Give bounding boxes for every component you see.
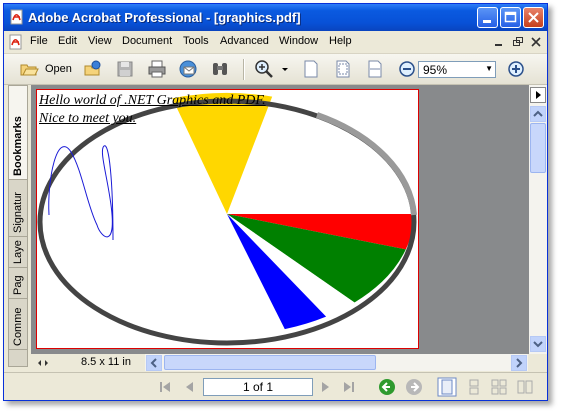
maximize-icon [504, 11, 517, 23]
page-size-label: 8.5 x 11 in [81, 356, 131, 368]
fit-width-icon[interactable] [365, 59, 385, 79]
horizontal-bar: 8.5 x 11 in [31, 354, 547, 371]
last-page-icon[interactable] [340, 378, 358, 396]
email-icon[interactable] [178, 59, 198, 79]
zoom-in-icon[interactable] [506, 59, 526, 79]
acrobat-app-icon [10, 9, 23, 25]
tab-comments[interactable]: Comme [9, 300, 27, 350]
ink-scribble [48, 145, 114, 241]
vertical-scroll-thumb[interactable] [530, 123, 546, 173]
tab-signatures[interactable]: Signatur [9, 181, 27, 237]
menu-bar: File Edit View Document Tools Advanced W… [4, 31, 547, 54]
menu-view[interactable]: View [88, 35, 112, 47]
print-icon[interactable] [147, 59, 167, 79]
scroll-up-button[interactable] [530, 106, 546, 122]
doc-close-icon[interactable] [530, 36, 542, 48]
close-button[interactable] [523, 7, 544, 28]
status-bar: 1 of 1 [4, 372, 547, 400]
zoom-value: 95% [423, 63, 448, 77]
menu-document[interactable]: Document [122, 35, 172, 47]
scroll-down-button[interactable] [530, 336, 546, 352]
menu-tools[interactable]: Tools [183, 35, 209, 47]
tab-bookmarks[interactable]: Bookmarks [9, 86, 27, 180]
fit-page-icon[interactable] [333, 59, 353, 79]
pie-slice-yellow [172, 93, 273, 214]
document-area[interactable]: Hello world of .NET Graphics and PDF. Ni… [31, 85, 529, 354]
page-number-field[interactable]: 1 of 1 [203, 378, 313, 396]
pdf-page: Hello world of .NET Graphics and PDF. Ni… [36, 89, 419, 349]
menu-window[interactable]: Window [279, 35, 318, 47]
open-folder-icon[interactable] [19, 59, 39, 79]
single-page-layout-icon[interactable] [437, 377, 457, 397]
previous-page-icon[interactable] [181, 378, 199, 396]
chevron-right-icon [516, 358, 523, 368]
ellipse-highlight [315, 112, 417, 216]
scroll-right-button[interactable] [511, 355, 527, 371]
minimize-icon [483, 20, 491, 23]
acrobat-window: Adobe Acrobat Professional - [graphics.p… [3, 3, 548, 401]
zoom-select[interactable]: 95% ▼ [418, 61, 496, 78]
toolbar: Open 95% ▼ [4, 54, 547, 85]
search-binoculars-icon[interactable] [210, 59, 230, 79]
chevron-down-icon [533, 341, 543, 348]
page-indicator: 1 of 1 [242, 380, 274, 394]
minimize-button[interactable] [477, 7, 498, 28]
continuous-facing-layout-icon[interactable] [490, 378, 508, 396]
zoom-out-icon[interactable] [397, 59, 417, 79]
menu-advanced[interactable]: Advanced [220, 35, 269, 47]
doc-minimize-icon[interactable] [493, 36, 505, 48]
triangle-right-icon [536, 91, 541, 99]
tab-layers[interactable]: Laye [9, 238, 27, 268]
actual-size-icon[interactable] [301, 59, 321, 79]
maximize-button[interactable] [500, 7, 521, 28]
zoom-tool-dropdown-icon[interactable] [280, 59, 290, 79]
page-nav-arrow-button[interactable] [530, 87, 546, 103]
horizontal-scrollbar[interactable] [145, 354, 528, 371]
page-size-arrows-icon [38, 360, 48, 366]
chevron-down-icon[interactable]: ▼ [485, 64, 493, 73]
open-button-label[interactable]: Open [45, 63, 72, 75]
menu-help[interactable]: Help [329, 35, 352, 47]
scroll-left-button[interactable] [146, 355, 162, 371]
previous-view-icon[interactable] [378, 378, 396, 396]
text-line-1: Hello world of .NET Graphics and PDF. [39, 93, 266, 108]
toolbar-separator [243, 59, 245, 80]
first-page-icon[interactable] [156, 378, 174, 396]
tab-pages[interactable]: Pag [9, 269, 27, 299]
chevron-up-icon [533, 110, 543, 117]
document-icon[interactable] [8, 34, 24, 50]
close-icon [528, 12, 539, 23]
horizontal-scroll-thumb[interactable] [164, 355, 376, 370]
menu-edit[interactable]: Edit [58, 35, 77, 47]
continuous-layout-icon[interactable] [465, 378, 483, 396]
next-page-icon[interactable] [316, 378, 334, 396]
text-line-2: Nice to meet you. [39, 111, 137, 126]
menu-file[interactable]: File [30, 35, 48, 47]
title-bar[interactable]: Adobe Acrobat Professional - [graphics.p… [4, 4, 547, 31]
next-view-icon[interactable] [405, 378, 423, 396]
vertical-scrollbar[interactable] [529, 85, 547, 354]
page-graphics [37, 93, 417, 346]
chevron-left-icon [150, 358, 157, 368]
save-icon[interactable] [115, 59, 135, 79]
navigation-tabs: Bookmarks Signatur Laye Pag Comme [8, 85, 28, 367]
window-title: Adobe Acrobat Professional - [graphics.p… [28, 10, 301, 25]
navigation-panel: Bookmarks Signatur Laye Pag Comme [4, 85, 31, 375]
organizer-icon[interactable] [83, 59, 103, 79]
facing-layout-icon[interactable] [516, 378, 534, 396]
doc-restore-icon[interactable] [512, 36, 524, 48]
zoom-in-tool-icon[interactable] [254, 59, 274, 79]
